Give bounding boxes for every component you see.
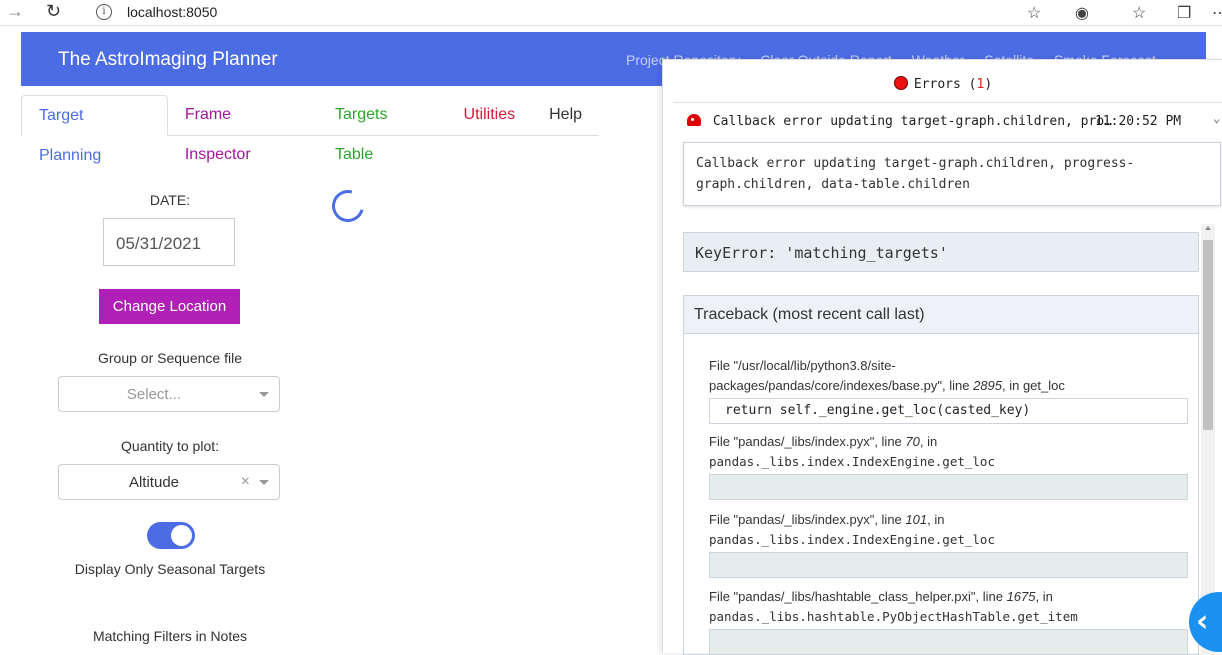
seasonal-toggle[interactable] bbox=[147, 522, 195, 549]
error-time: 11:20:52 PM bbox=[1095, 114, 1182, 129]
group-label: Group or Sequence file bbox=[98, 350, 242, 366]
chevron-down-icon[interactable]: ⌄ bbox=[1213, 111, 1220, 125]
tab-help[interactable]: Help bbox=[532, 95, 599, 136]
errors-count: 1 bbox=[976, 77, 985, 92]
traceback-frame: File "pandas/_libs/index.pyx", line 101,… bbox=[709, 512, 995, 547]
traceback-title: Traceback (most recent call last) bbox=[684, 296, 1198, 334]
tab-utilities[interactable]: Utilities bbox=[447, 95, 533, 136]
traceback-code bbox=[709, 474, 1188, 500]
address-bar[interactable]: localhost:8050 bbox=[127, 4, 217, 20]
error-message: Callback error updating target-graph.chi… bbox=[683, 142, 1221, 206]
traceback-frame: File "pandas/_libs/hashtable_class_helpe… bbox=[709, 589, 1078, 624]
chevron-down-icon[interactable] bbox=[259, 480, 269, 485]
quantity-select-value: Altitude bbox=[128, 474, 180, 491]
scroll-up-icon[interactable] bbox=[1205, 226, 1211, 230]
quantity-select[interactable]: Altitude × bbox=[58, 464, 280, 500]
error-dot-icon bbox=[893, 76, 908, 90]
favorites-icon[interactable]: ☆ bbox=[1132, 3, 1146, 23]
clear-icon[interactable]: × bbox=[241, 473, 250, 491]
more-icon[interactable]: ⋯ bbox=[1212, 3, 1222, 23]
app-title: The AstroImaging Planner bbox=[58, 49, 278, 70]
tab-targets-table[interactable]: Targets Table bbox=[318, 95, 447, 163]
toggle-knob bbox=[171, 525, 192, 546]
group-select[interactable]: Select... bbox=[58, 376, 280, 412]
traceback-code bbox=[709, 629, 1188, 655]
reload-icon[interactable]: ↻ bbox=[46, 1, 61, 22]
back-arrow-icon[interactable]: → bbox=[6, 1, 24, 22]
mushroom-icon bbox=[687, 114, 701, 126]
error-item[interactable]: Callback error updating target-graph.chi… bbox=[673, 102, 1222, 138]
traceback-code bbox=[709, 552, 1188, 578]
traceback-frame: File "pandas/_libs/index.pyx", line 70, … bbox=[709, 434, 995, 469]
tab-frame-inspector[interactable]: Frame Inspector bbox=[168, 95, 318, 163]
chevron-left-icon: ‹ bbox=[1196, 604, 1209, 639]
tab-target-planning[interactable]: Target Planning bbox=[21, 95, 168, 164]
traceback-code: return self._engine.get_loc(casted_key) bbox=[709, 398, 1188, 424]
site-info-icon[interactable]: i bbox=[96, 4, 112, 20]
quantity-label: Quantity to plot: bbox=[120, 438, 220, 454]
date-input[interactable]: 05/31/2021 bbox=[103, 218, 235, 266]
error-message-line: graph.children, data-table.children bbox=[696, 177, 970, 192]
filters-label: Matching Filters in Notes bbox=[92, 628, 248, 644]
date-label: DATE: bbox=[149, 192, 191, 208]
traceback-frame: File "/usr/local/lib/python3.8/site- pac… bbox=[709, 358, 1065, 393]
collections-icon[interactable]: ❐ bbox=[1177, 3, 1191, 23]
bookmark-add-icon[interactable]: ☆ bbox=[1027, 3, 1041, 23]
chevron-down-icon[interactable] bbox=[259, 392, 269, 397]
error-item-text: Callback error updating target-graph.chi… bbox=[712, 114, 1112, 129]
extension-icon[interactable]: ◉ bbox=[1075, 3, 1089, 23]
loading-spinner-icon bbox=[326, 184, 370, 228]
key-error: KeyError: 'matching_targets' bbox=[683, 232, 1199, 272]
group-select-placeholder: Select... bbox=[126, 386, 182, 403]
errors-header[interactable]: Errors (1) bbox=[663, 60, 1222, 98]
scrollbar-thumb[interactable] bbox=[1203, 240, 1213, 430]
traceback-panel: Traceback (most recent call last) File "… bbox=[683, 295, 1199, 655]
tab-bar: Target Planning Frame Inspector Targets … bbox=[21, 95, 599, 164]
change-location-button[interactable]: Change Location bbox=[99, 289, 240, 324]
seasonal-label: Display Only Seasonal Targets bbox=[74, 561, 266, 577]
errors-title: Errors bbox=[913, 77, 961, 92]
browser-toolbar: → ↻ i localhost:8050 ☆ ◉ ☆ ❐ ⋯ bbox=[0, 0, 1222, 26]
errors-panel: Errors (1) Callback error updating targe… bbox=[662, 59, 1222, 655]
error-message-line: Callback error updating target-graph.chi… bbox=[696, 156, 1135, 171]
